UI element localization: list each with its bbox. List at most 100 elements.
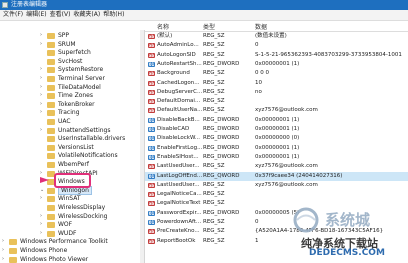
string-value-icon: ab [148, 43, 155, 49]
value-name: LastUsedUser... [157, 181, 200, 188]
folder-icon [47, 144, 55, 151]
value-type: REG_SZ [203, 42, 225, 49]
binary-value-icon: 01 [148, 220, 155, 225]
expand-chevron-icon[interactable]: › [40, 194, 46, 203]
string-value-icon: ab [148, 52, 155, 58]
annotation-highlight-box [54, 173, 91, 188]
value-name: DisableLockW... [157, 135, 200, 142]
string-value-icon: ab [148, 71, 155, 77]
value-row[interactable]: ab LegalNoticeCa... REG_SZ [145, 190, 408, 199]
menu-help[interactable]: 帮助(H) [103, 10, 124, 20]
watermark-line-3: DEDECMS.COM [309, 248, 385, 258]
value-row[interactable]: 01 DisableLockW... REG_DWORD 0x00000000 (0) [145, 134, 408, 143]
menu-file[interactable]: 文件(F) [3, 10, 23, 20]
value-type: REG_DWORD [203, 144, 240, 151]
string-value-icon: ab [148, 229, 155, 235]
value-data: 0x00000001 (1) [255, 153, 300, 160]
value-name: PasswordExpir... [157, 209, 202, 216]
column-header-type[interactable]: 类型 [203, 22, 215, 31]
column-header-data[interactable]: 数据 [255, 22, 267, 31]
watermark-logo-icon [293, 207, 319, 233]
string-value-icon: ab [148, 99, 155, 105]
value-row[interactable]: ab (默认) REG_SZ (数值未设置) [145, 32, 408, 41]
value-row[interactable]: ab DefaultUserNa... REG_SZ xyz7576@outlook.… [145, 106, 408, 115]
string-value-icon: ab [148, 80, 155, 86]
folder-icon [47, 187, 55, 194]
value-type: REG_DWORD [203, 153, 240, 160]
value-name: LastLogOffEnd... [157, 172, 202, 179]
tree-item-label: Windows Photo Viewer [20, 255, 89, 263]
value-row[interactable]: 01 LastLogOffEnd... REG_QWORD 0x37f9caee34 … [145, 171, 408, 181]
value-row[interactable]: 01 EnableFirstLog... REG_DWORD 0x00000001 (… [145, 144, 408, 153]
folder-icon [47, 127, 55, 134]
column-header-name[interactable]: 名称 [157, 22, 169, 31]
folder-icon [47, 67, 55, 74]
value-data: xyz7576@outlook.com [255, 181, 318, 188]
value-name: AutoRestartSh... [157, 60, 202, 67]
value-name: LegalNoticeText [157, 200, 201, 207]
value-row[interactable]: 01 DisableCAD REG_DWORD 0x00000001 (1) [145, 125, 408, 134]
value-row[interactable]: ab AutoLogonSID REG_SZ S-1-5-21-965362393-4… [145, 51, 408, 60]
value-data: xyz7576@outlook.com [255, 163, 318, 170]
value-type: REG_SZ [203, 33, 225, 39]
folder-icon [47, 119, 55, 125]
value-name: CachedLogon... [157, 79, 200, 86]
expand-chevron-icon[interactable]: › [40, 108, 46, 117]
folder-icon [47, 33, 55, 39]
value-data: 0 [255, 219, 259, 225]
value-row[interactable]: ab DefaultDomai... REG_SZ [145, 97, 408, 106]
binary-value-icon: 01 [148, 136, 155, 142]
value-row[interactable]: 01 EnableSIHost... REG_DWORD 0x00000001 (1) [145, 153, 408, 162]
expand-chevron-icon[interactable]: › [40, 40, 46, 49]
value-row[interactable]: ab AutoAdminLo... REG_SZ 0 [145, 41, 408, 50]
value-data: 0x00000001 (1) [255, 60, 300, 67]
folder-icon [9, 248, 17, 254]
value-data: xyz7576@outlook.com [255, 107, 318, 114]
value-type: REG_SZ [203, 237, 225, 244]
value-type: REG_QWORD [203, 172, 240, 179]
menu-favorites[interactable]: 收藏夹(A) [73, 10, 100, 20]
string-value-icon: ab [148, 238, 155, 244]
value-data: S-1-5-21-965362393-4083703299-3733953804… [255, 51, 402, 58]
value-row[interactable]: ab DebugServerC... REG_SZ no [145, 88, 408, 97]
value-type: REG_DWORD [203, 116, 240, 123]
expand-chevron-icon[interactable]: › [40, 126, 46, 135]
value-data: 0x00000001 (1) [255, 116, 300, 123]
binary-value-icon: 01 [148, 210, 155, 216]
watermark-line-1: 系统城 [325, 211, 371, 229]
binary-value-icon: 01 [148, 117, 155, 123]
menu-edit[interactable]: 编辑(E) [26, 10, 46, 20]
value-data: 10 [255, 79, 262, 86]
binary-value-icon: 01 [148, 61, 155, 67]
value-type: REG_SZ [203, 191, 225, 198]
value-name: PreCreateKno... [157, 228, 200, 235]
value-type: REG_SZ [203, 181, 225, 188]
value-name: Background [157, 70, 190, 77]
value-type: REG_SZ [203, 228, 225, 235]
value-name: ReportBootOk [157, 237, 196, 244]
menu-view[interactable]: 查看(V) [50, 10, 71, 20]
binary-value-icon: 01 [148, 127, 155, 132]
value-row[interactable]: 01 DisableBackB... REG_DWORD 0x00000001 (1) [145, 116, 408, 125]
value-type: REG_SZ [203, 200, 225, 207]
value-name: DefaultDomai... [157, 98, 201, 105]
value-row[interactable]: ab LastUsedUser... REG_SZ xyz7576@outlook.c… [145, 181, 408, 190]
folder-icon [47, 205, 55, 211]
value-name: AutoLogonSID [157, 51, 196, 58]
value-row[interactable]: 01 AutoRestartSh... REG_DWORD 0x00000001 (1… [145, 60, 408, 69]
value-row[interactable]: ab Background REG_SZ 0 0 0 [145, 69, 408, 78]
value-row[interactable]: ab LastUsedUser... REG_SZ xyz7576@outlook.c… [145, 162, 408, 171]
registry-tree[interactable]: › SPP › SRUM Superfetch SvcHost › SystemRestore… [0, 30, 141, 263]
value-row[interactable]: ab CachedLogon... REG_SZ 10 [145, 79, 408, 88]
folder-icon [47, 213, 55, 220]
expand-chevron-icon[interactable]: › [2, 255, 8, 263]
value-data: 0x00000001 (1) [255, 144, 300, 151]
value-type: REG_SZ [203, 70, 225, 77]
string-value-icon: ab [148, 192, 155, 198]
value-name: DebugServerC... [157, 88, 202, 95]
value-name: DefaultUserNa... [157, 107, 202, 114]
folder-icon [47, 222, 55, 229]
value-data: 0 0 0 [255, 70, 269, 77]
folder-icon [47, 41, 55, 48]
value-name: (默认) [157, 33, 173, 39]
